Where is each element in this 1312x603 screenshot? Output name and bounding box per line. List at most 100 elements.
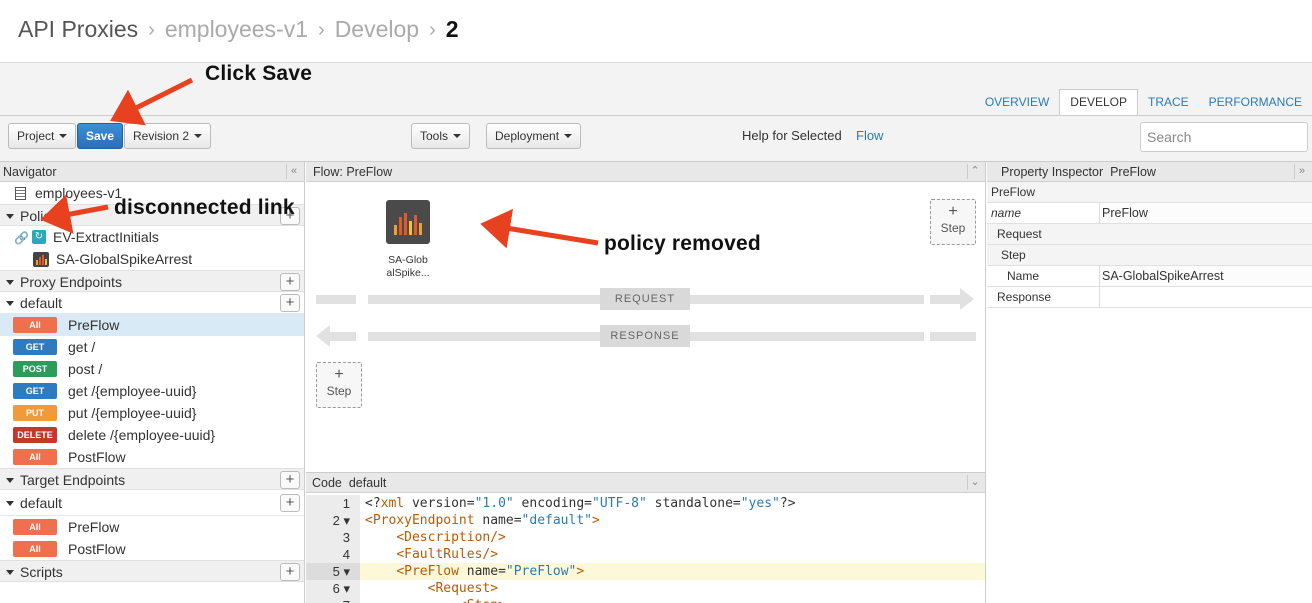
add-target-flow-button[interactable]: + <box>280 494 300 512</box>
code-line[interactable]: 1 <?xml version="1.0" encoding="UTF-8" st… <box>306 495 985 512</box>
breadcrumb-develop[interactable]: Develop <box>335 16 419 43</box>
property-value[interactable]: SA-GlobalSpikeArrest <box>1099 266 1312 286</box>
caret-down-icon <box>59 134 68 138</box>
method-badge: All <box>13 519 57 536</box>
method-badge: GET <box>13 339 57 356</box>
spike-arrest-policy-tile[interactable] <box>386 200 430 244</box>
flow-canvas: Flow: PreFlow ⌃ SA-Glob alSpike... + Ste… <box>306 162 986 472</box>
policy-item-ev[interactable]: 🔗 ↻ EV-ExtractInitials <box>0 226 304 248</box>
inspector-row-response: Response <box>987 287 1312 308</box>
save-button[interactable]: Save <box>77 123 124 149</box>
flow-name: PreFlow <box>68 519 120 535</box>
add-request-step-button[interactable]: + Step <box>930 199 976 245</box>
navigator-pane: Navigator « employees-v1 Policies + 🔗 ↻ EV… <box>0 162 305 603</box>
proxy-name: employees-v1 <box>35 185 123 201</box>
method-badge: DELETE <box>13 427 57 444</box>
code-line[interactable]: 2 ▾ <ProxyEndpoint name="default"> <box>306 512 985 529</box>
add-script-button[interactable]: + <box>280 563 300 581</box>
collapse-left-icon[interactable]: « <box>286 164 301 179</box>
flow-item-postflow[interactable]: All PostFlow <box>0 446 304 468</box>
flow-header: Flow: PreFlow ⌃ <box>306 162 985 182</box>
deployment-menu-button[interactable]: Deployment <box>486 123 582 149</box>
tools-menu-button[interactable]: Tools <box>411 123 471 149</box>
inspector-row-header: PreFlow <box>987 182 1312 203</box>
code-line[interactable]: 7 <Step> <box>306 597 985 603</box>
add-response-step-button[interactable]: + Step <box>316 362 362 408</box>
inspector-title: Property Inspector <box>1001 165 1104 179</box>
code-text: <ProxyEndpoint name="default"> <box>365 513 600 528</box>
line-number: 4 <box>306 546 360 563</box>
line-number-text: 5 <box>332 564 340 579</box>
policies-label: Policies <box>20 208 69 224</box>
policy-item-sa[interactable]: SA-GlobalSpikeArrest <box>0 248 304 270</box>
request-lane-stub <box>316 295 356 304</box>
caret-down-icon <box>453 134 462 138</box>
caret-down-icon <box>194 134 203 138</box>
tab-develop[interactable]: DEVELOP <box>1059 89 1138 115</box>
revision-label: Revision 2 <box>133 129 190 143</box>
inspector-row-step: Step <box>987 245 1312 266</box>
project-menu-button[interactable]: Project <box>8 123 77 149</box>
target-flow-postflow[interactable]: All PostFlow <box>0 538 304 560</box>
flow-item-preflow[interactable]: All PreFlow <box>0 314 304 336</box>
collapse-right-icon[interactable]: » <box>1294 164 1309 179</box>
flow-item-post-root[interactable]: POST post / <box>0 358 304 380</box>
revision-menu-button[interactable]: Revision 2 <box>124 123 212 149</box>
target-endpoints-section[interactable]: Target Endpoints + <box>0 468 304 490</box>
target-flow-preflow[interactable]: All PreFlow <box>0 516 304 538</box>
add-flow-button[interactable]: + <box>280 294 300 312</box>
breadcrumb-api-proxies[interactable]: API Proxies <box>18 16 138 43</box>
flow-item-get-root[interactable]: GET get / <box>0 336 304 358</box>
navigator-header: Navigator « <box>0 162 304 182</box>
breadcrumb-proxy[interactable]: employees-v1 <box>165 16 308 43</box>
inspector-header: Property Inspector PreFlow » <box>987 162 1312 182</box>
code-line-highlighted[interactable]: 5 ▾ <PreFlow name="PreFlow"> <box>306 563 985 580</box>
add-target-endpoint-button[interactable]: + <box>280 471 300 489</box>
collapse-up-icon[interactable]: ⌃ <box>967 164 982 179</box>
method-badge: All <box>13 541 57 558</box>
code-text: <Step> <box>365 597 506 603</box>
method-badge: PUT <box>13 405 57 422</box>
tab-trace[interactable]: TRACE <box>1138 89 1199 115</box>
arrow-left-icon <box>316 325 330 347</box>
line-number: 3 <box>306 529 360 546</box>
code-line[interactable]: 3 <Description/> <box>306 529 985 546</box>
property-value[interactable]: PreFlow <box>1099 203 1312 223</box>
triangle-down-icon <box>6 477 14 483</box>
flow-item-get-uuid[interactable]: GET get /{employee-uuid} <box>0 380 304 402</box>
annotation-policy-removed: policy removed <box>604 232 761 255</box>
method-badge: POST <box>13 361 57 378</box>
plus-icon: + <box>948 203 958 220</box>
line-number-text: 6 <box>332 581 340 596</box>
method-badge: GET <box>13 383 57 400</box>
extract-variables-icon: ↻ <box>32 230 46 245</box>
tab-overview[interactable]: OVERVIEW <box>975 89 1059 115</box>
flow-name: PostFlow <box>68 541 126 557</box>
request-label: REQUEST <box>600 288 690 310</box>
project-label: Project <box>17 129 55 143</box>
flow-item-delete-uuid[interactable]: DELETE delete /{employee-uuid} <box>0 424 304 446</box>
tab-performance[interactable]: PERFORMANCE <box>1199 89 1312 115</box>
property-key: Step <box>1001 248 1026 262</box>
breadcrumb-revision: 2 <box>445 15 459 42</box>
code-text: <PreFlow name="PreFlow"> <box>396 564 585 579</box>
code-line[interactable]: 6 ▾ <Request> <box>306 580 985 597</box>
property-key: name <box>991 206 1022 220</box>
add-proxy-endpoint-button[interactable]: + <box>280 273 300 291</box>
flow-name: put /{employee-uuid} <box>68 405 197 421</box>
target-endpoints-label: Target Endpoints <box>20 472 126 488</box>
target-endpoint-default[interactable]: default + <box>0 490 304 516</box>
property-value-empty[interactable] <box>1099 287 1312 307</box>
line-number-text: 2 <box>332 513 340 528</box>
proxy-endpoints-section[interactable]: Proxy Endpoints + <box>0 270 304 292</box>
proxy-endpoint-default[interactable]: default + <box>0 292 304 314</box>
help-link[interactable]: Flow <box>856 128 883 143</box>
scripts-section[interactable]: Scripts + <box>0 560 304 582</box>
code-line[interactable]: 4 <FaultRules/> <box>306 546 985 563</box>
flow-item-put-uuid[interactable]: PUT put /{employee-uuid} <box>0 402 304 424</box>
inspector-subject: PreFlow <box>1110 165 1156 179</box>
code-editor: Code default ⌄ 1 <?xml version="1.0" enco… <box>306 472 986 603</box>
collapse-down-icon[interactable]: ⌄ <box>967 475 982 490</box>
code-tab[interactable]: default <box>349 476 387 490</box>
search-input[interactable] <box>1140 122 1308 152</box>
